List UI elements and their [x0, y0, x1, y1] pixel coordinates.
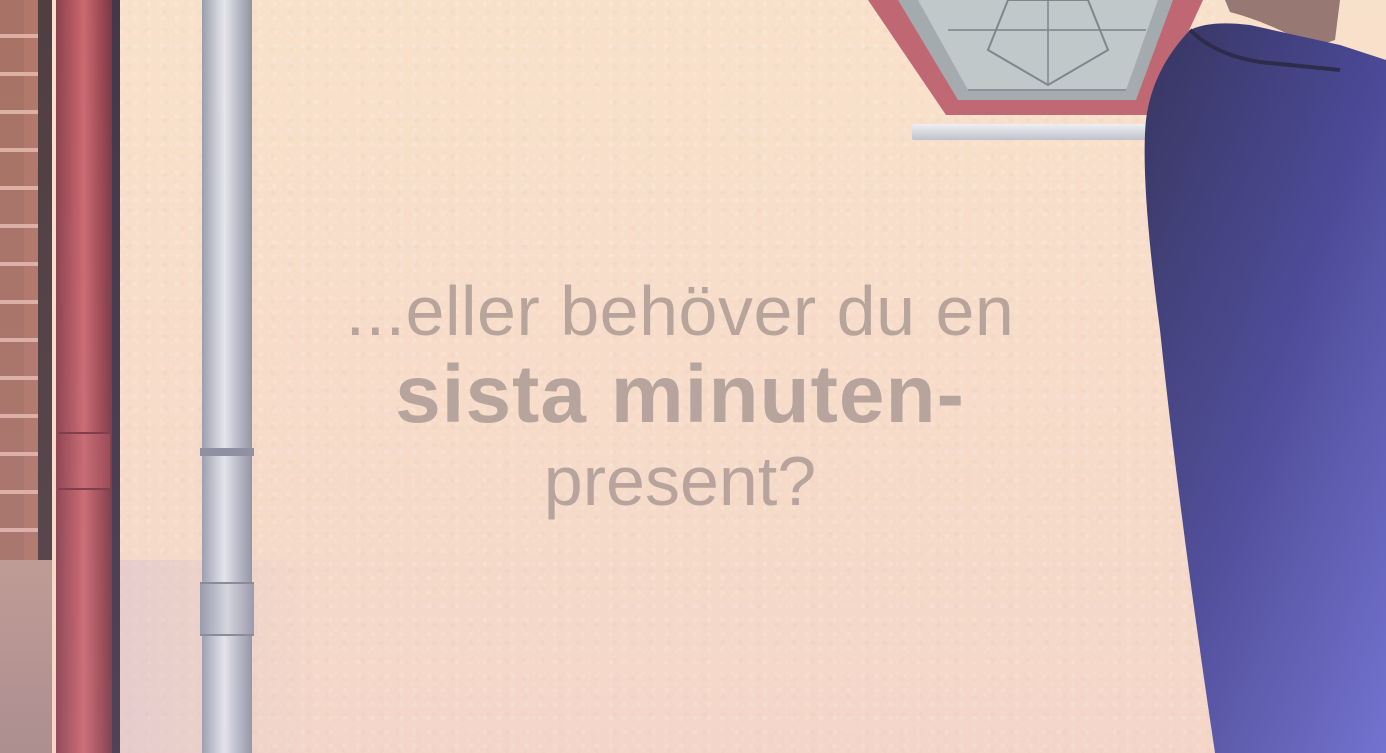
grey-downpipe-bracket: [200, 582, 254, 636]
red-downpipe-bracket: [58, 432, 110, 490]
window-sill: [912, 124, 1148, 140]
caption-line-3: present?: [543, 442, 817, 520]
caption-line-1: ...eller behöver du en: [345, 272, 1015, 350]
caption-line-2: sista minuten-: [395, 349, 965, 440]
stone-base: [0, 560, 52, 753]
wall-edge-strip: [112, 0, 120, 753]
video-frame: ...eller behöver du en sista minuten- pr…: [0, 0, 1386, 753]
brick-edge-shadow: [38, 0, 52, 560]
red-downpipe: [56, 0, 112, 753]
caption-overlay: ...eller behöver du en sista minuten- pr…: [290, 268, 1070, 526]
grey-downpipe: [202, 0, 252, 753]
person-in-dark-coat: [1144, 0, 1386, 753]
grey-downpipe-joint: [200, 448, 254, 456]
